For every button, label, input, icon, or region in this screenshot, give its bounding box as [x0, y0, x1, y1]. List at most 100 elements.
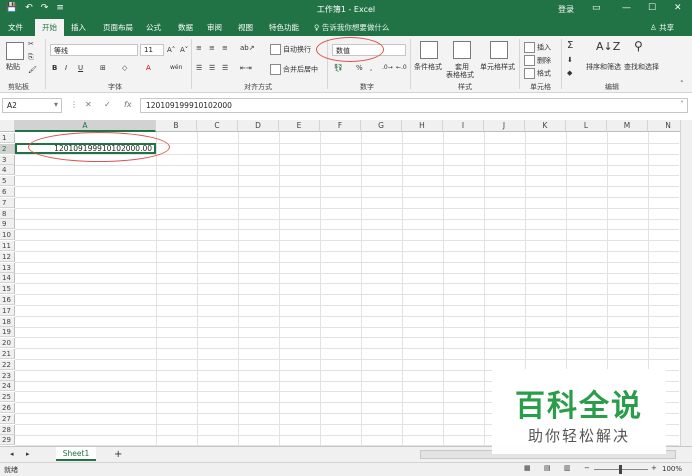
column-header-b[interactable]: B — [156, 120, 197, 132]
bold-button[interactable]: B — [52, 64, 57, 72]
fill-color-icon[interactable]: ◇ — [122, 64, 127, 72]
column-header-j[interactable]: J — [484, 120, 525, 132]
row-header-24[interactable]: 24 — [0, 381, 15, 392]
increase-decimal-icon[interactable]: .0→ — [382, 64, 393, 71]
tell-me-search[interactable]: ♀ 告诉我你想要做什么 — [314, 22, 389, 33]
row-header-9[interactable]: 9 — [0, 219, 15, 230]
tab-page-layout[interactable]: 页面布局 — [103, 22, 133, 33]
normal-view-icon[interactable]: ▦ — [524, 464, 531, 472]
tab-features[interactable]: 特色功能 — [269, 22, 299, 33]
align-bottom-icon[interactable]: ≡ — [222, 44, 228, 52]
tab-data[interactable]: 数据 — [178, 22, 193, 33]
column-header-h[interactable]: H — [402, 120, 443, 132]
cell-styles-icon[interactable] — [490, 41, 508, 59]
expand-formula-bar-icon[interactable]: ˅ — [680, 100, 684, 109]
align-left-icon[interactable]: ☰ — [196, 64, 202, 72]
tab-view[interactable]: 视图 — [238, 22, 253, 33]
sort-filter-button[interactable]: 排序和筛选 — [586, 62, 621, 72]
column-header-a[interactable]: A — [15, 120, 156, 132]
select-all-corner[interactable] — [0, 120, 15, 132]
row-header-12[interactable]: 12 — [0, 251, 15, 262]
ribbon-display-options-icon[interactable]: ▭ — [592, 3, 601, 13]
row-header-2[interactable]: 2 — [0, 143, 15, 154]
paste-button[interactable]: 粘贴 — [6, 62, 20, 72]
fill-icon[interactable]: ⬇ — [567, 56, 573, 64]
align-top-icon[interactable]: ≡ — [196, 44, 202, 52]
maximize-icon[interactable]: ☐ — [648, 3, 656, 13]
row-header-11[interactable]: 11 — [0, 241, 15, 251]
delete-cells-button[interactable]: 删除 — [524, 55, 551, 66]
shrink-font-button[interactable]: A˅ — [180, 46, 188, 54]
indent-icon[interactable]: ⇤⇥ — [240, 64, 252, 72]
row-header-17[interactable]: 17 — [0, 305, 15, 316]
find-select-icon[interactable]: ⚲ — [634, 39, 643, 53]
autosum-button[interactable]: Σ — [567, 40, 573, 51]
row-header-3[interactable]: 3 — [0, 154, 15, 165]
tab-formulas[interactable]: 公式 — [146, 22, 161, 33]
row-header-16[interactable]: 16 — [0, 295, 15, 305]
zoom-out-icon[interactable]: − — [584, 464, 590, 472]
row-header-19[interactable]: 19 — [0, 327, 15, 338]
column-header-i[interactable]: I — [443, 120, 484, 132]
row-header-27[interactable]: 27 — [0, 413, 15, 424]
find-select-button[interactable]: 查找和选择 — [624, 62, 659, 72]
format-cells-button[interactable]: 格式 — [524, 68, 551, 79]
row-header-20[interactable]: 20 — [0, 338, 15, 349]
scroll-sheets-left-icon[interactable]: ◂ — [10, 450, 14, 458]
row-header-6[interactable]: 6 — [0, 187, 15, 197]
page-layout-view-icon[interactable]: ▤ — [544, 464, 551, 472]
column-header-k[interactable]: K — [525, 120, 566, 132]
wrap-text-button[interactable]: 自动换行 — [270, 44, 311, 55]
conditional-formatting-icon[interactable] — [420, 41, 438, 59]
sort-filter-icon[interactable]: A↓Z — [596, 40, 620, 53]
borders-icon[interactable]: ⊞ — [100, 64, 106, 72]
row-header-4[interactable]: 4 — [0, 165, 15, 176]
clear-icon[interactable]: ◆ — [567, 69, 572, 77]
add-sheet-button[interactable]: + — [114, 449, 122, 460]
row-header-18[interactable]: 18 — [0, 316, 15, 327]
column-header-c[interactable]: C — [197, 120, 238, 132]
conditional-formatting-button[interactable]: 条件格式 — [414, 62, 442, 72]
font-size-dropdown[interactable]: 11 — [140, 44, 164, 56]
column-header-e[interactable]: E — [279, 120, 320, 132]
orientation-icon[interactable]: ab↗ — [240, 44, 255, 52]
column-header-d[interactable]: D — [238, 120, 279, 132]
zoom-in-icon[interactable]: + — [651, 464, 657, 472]
column-header-m[interactable]: M — [607, 120, 648, 132]
underline-button[interactable]: U — [78, 64, 83, 72]
insert-cells-button[interactable]: 插入 — [524, 42, 551, 53]
merge-center-button[interactable]: 合并后居中 — [270, 64, 318, 75]
row-header-5[interactable]: 5 — [0, 176, 15, 187]
row-header-26[interactable]: 26 — [0, 403, 15, 413]
column-header-l[interactable]: L — [566, 120, 607, 132]
align-right-icon[interactable]: ☰ — [222, 64, 228, 72]
row-header-1[interactable]: 1 — [0, 133, 15, 143]
format-as-table-icon[interactable] — [453, 41, 471, 59]
font-color-button[interactable]: A — [146, 64, 151, 72]
row-header-28[interactable]: 28 — [0, 424, 15, 435]
close-icon[interactable]: ✕ — [674, 3, 682, 13]
format-as-table-line2[interactable]: 表格格式 — [446, 70, 474, 80]
tab-home[interactable]: 开始 — [35, 19, 64, 36]
tab-review[interactable]: 审阅 — [207, 22, 222, 33]
column-header-g[interactable]: G — [361, 120, 402, 132]
name-box-dropdown-icon[interactable]: ▾ — [54, 100, 58, 109]
tab-insert[interactable]: 插入 — [71, 22, 86, 33]
comma-style-button[interactable]: , — [370, 64, 372, 72]
row-header-13[interactable]: 13 — [0, 262, 15, 273]
row-header-21[interactable]: 21 — [0, 349, 15, 359]
tab-file[interactable]: 文件 — [8, 22, 23, 33]
login-link[interactable]: 登录 — [558, 4, 574, 15]
percent-style-button[interactable]: % — [356, 64, 363, 72]
vertical-scrollbar[interactable] — [680, 120, 692, 446]
row-header-15[interactable]: 15 — [0, 284, 15, 295]
grow-font-button[interactable]: A˄ — [167, 46, 175, 54]
row-header-14[interactable]: 14 — [0, 273, 15, 284]
row-header-8[interactable]: 8 — [0, 208, 15, 219]
paste-icon[interactable] — [6, 42, 24, 60]
scroll-sheets-right-icon[interactable]: ▸ — [26, 450, 30, 458]
row-header-25[interactable]: 25 — [0, 392, 15, 403]
sheet-tab-sheet1[interactable]: Sheet1 — [56, 447, 96, 461]
page-break-view-icon[interactable]: ▥ — [564, 464, 571, 472]
font-name-dropdown[interactable]: 等线 — [50, 44, 138, 56]
